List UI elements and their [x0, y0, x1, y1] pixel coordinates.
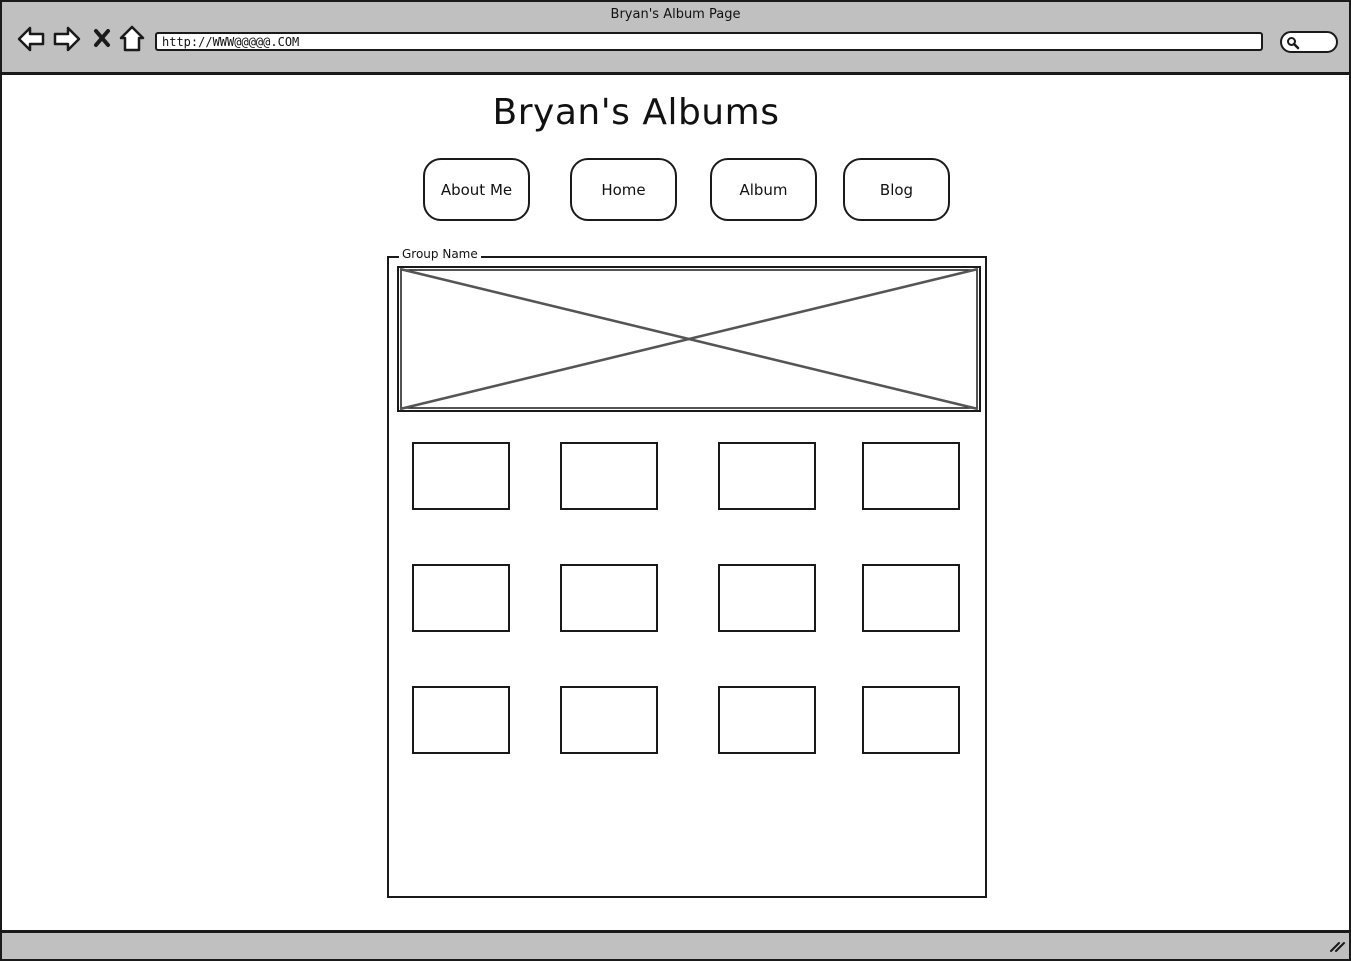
forward-arrow-icon[interactable]	[52, 24, 82, 54]
album-thumbnail[interactable]	[718, 442, 816, 510]
search-icon	[1287, 37, 1300, 50]
album-thumbnail[interactable]	[412, 564, 510, 632]
album-thumbnail[interactable]	[718, 686, 816, 754]
album-thumbnail[interactable]	[862, 442, 960, 510]
album-thumbnail[interactable]	[560, 686, 658, 754]
album-thumbnail[interactable]	[862, 564, 960, 632]
album-thumbnail[interactable]	[718, 564, 816, 632]
window-title: Bryan's Album Page	[610, 7, 741, 22]
album-button[interactable]: Album	[710, 158, 817, 221]
home-icon[interactable]	[118, 24, 148, 54]
back-arrow-icon[interactable]	[16, 24, 46, 54]
about-me-button[interactable]: About Me	[423, 158, 530, 221]
album-thumbnail[interactable]	[862, 686, 960, 754]
album-thumbnail[interactable]	[560, 442, 658, 510]
resize-grip-icon[interactable]	[1329, 937, 1345, 956]
album-thumbnail[interactable]	[560, 564, 658, 632]
stop-icon[interactable]	[90, 24, 120, 54]
browser-window: Bryan's Album Page http://WWW@@@@@.COM B…	[0, 0, 1351, 961]
album-thumbnail[interactable]	[412, 686, 510, 754]
group-label: Group Name	[399, 247, 481, 261]
address-bar[interactable]	[155, 32, 1263, 51]
hero-image-placeholder	[397, 266, 981, 412]
blog-button[interactable]: Blog	[843, 158, 950, 221]
browser-toolbar: Bryan's Album Page	[2, 2, 1349, 75]
page-title: Bryan's Albums	[492, 92, 780, 133]
browser-search-field[interactable]	[1280, 31, 1338, 53]
status-bar	[2, 930, 1349, 959]
album-group: Group Name	[387, 247, 987, 898]
home-button[interactable]: Home	[570, 158, 677, 221]
album-thumbnail[interactable]	[412, 442, 510, 510]
